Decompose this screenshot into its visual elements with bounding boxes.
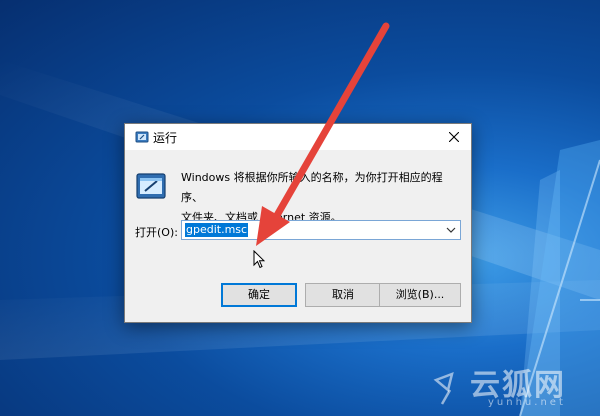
dialog-title: 运行 bbox=[153, 131, 178, 145]
cancel-button[interactable]: 取消 bbox=[305, 283, 381, 307]
mouse-cursor-icon bbox=[253, 250, 265, 269]
browse-button[interactable]: 浏览(B)... bbox=[379, 283, 461, 307]
open-input-value[interactable]: gpedit.msc bbox=[185, 223, 249, 237]
run-program-icon bbox=[136, 173, 166, 199]
dialog-description: Windows 将根据你所输入的名称，为你打开相应的程序、 文件夹、文档或 In… bbox=[181, 168, 463, 228]
close-icon bbox=[449, 132, 459, 142]
dialog-titlebar[interactable]: 运行 bbox=[125, 124, 471, 150]
run-icon bbox=[135, 131, 149, 143]
open-label: 打开(O): bbox=[135, 226, 178, 239]
run-dialog: 运行 Windows 将根据你所输入的名称，为你打开相应的程序、 文件夹、文档或… bbox=[124, 123, 472, 323]
open-combobox[interactable]: gpedit.msc bbox=[181, 220, 461, 240]
chevron-down-icon[interactable] bbox=[446, 226, 456, 234]
description-line-1: Windows 将根据你所输入的名称，为你打开相应的程序、 bbox=[181, 171, 443, 204]
close-button[interactable] bbox=[437, 124, 471, 150]
desktop-background: 运行 Windows 将根据你所输入的名称，为你打开相应的程序、 文件夹、文档或… bbox=[0, 0, 600, 416]
watermark-url: yunhu.net bbox=[488, 397, 566, 408]
ok-button[interactable]: 确定 bbox=[221, 283, 297, 307]
